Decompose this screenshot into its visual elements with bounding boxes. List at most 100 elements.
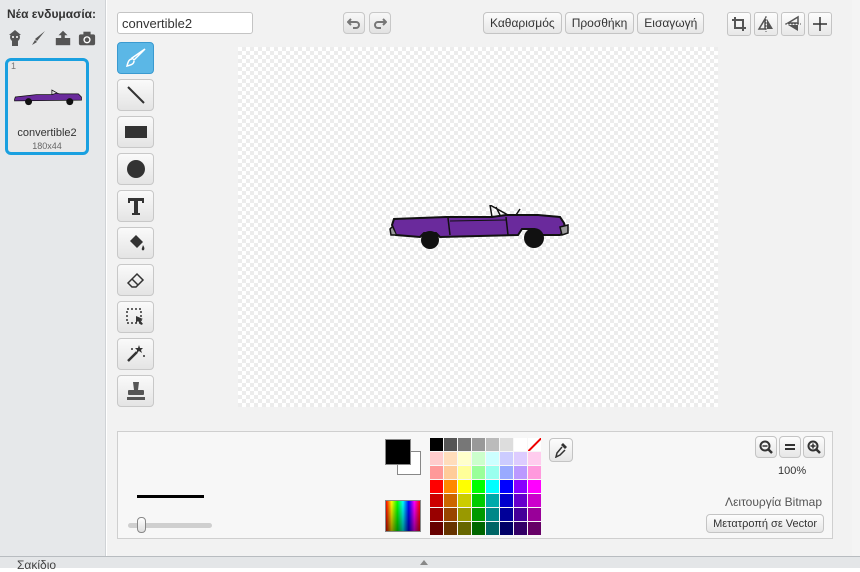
magic-select-tool[interactable] (117, 338, 154, 370)
color-swatch[interactable] (472, 452, 485, 465)
color-swatch[interactable] (514, 480, 527, 493)
color-swatch[interactable] (486, 522, 499, 535)
color-swatch[interactable] (444, 494, 457, 507)
crop-icon[interactable] (727, 12, 751, 36)
color-swatch[interactable] (500, 466, 513, 479)
color-swatch[interactable] (514, 438, 527, 451)
color-swatch[interactable] (430, 494, 443, 507)
color-swatch[interactable] (528, 522, 541, 535)
color-swatch[interactable] (500, 522, 513, 535)
fill-tool[interactable] (117, 227, 154, 259)
primary-color-swatch[interactable] (385, 439, 411, 465)
color-swatch[interactable] (430, 452, 443, 465)
color-swatch[interactable] (472, 438, 485, 451)
color-swatch[interactable] (444, 480, 457, 493)
color-swatch[interactable] (486, 466, 499, 479)
eraser-tool[interactable] (117, 264, 154, 296)
select-tool[interactable] (117, 301, 154, 333)
expand-arrow-icon[interactable] (420, 560, 428, 565)
zoom-out-button[interactable] (755, 436, 777, 458)
color-swatch[interactable] (500, 508, 513, 521)
bitmap-mode-label: Λειτουργία Bitmap (725, 495, 822, 509)
color-swatch[interactable] (444, 522, 457, 535)
canvas-actions: Καθαρισμός Προσθήκη Εισαγωγή (483, 12, 705, 34)
color-swatch[interactable] (458, 480, 471, 493)
color-swatch[interactable] (514, 466, 527, 479)
color-swatch[interactable] (430, 480, 443, 493)
color-swatch[interactable] (458, 438, 471, 451)
color-swatch[interactable] (444, 466, 457, 479)
color-swatch[interactable] (458, 452, 471, 465)
color-swatch[interactable] (500, 438, 513, 451)
color-swatch[interactable] (472, 522, 485, 535)
color-swatch[interactable] (528, 494, 541, 507)
color-swatch[interactable] (514, 508, 527, 521)
brush-size-slider-thumb[interactable] (137, 517, 146, 533)
color-swatch[interactable] (514, 494, 527, 507)
color-spectrum-picker[interactable] (385, 500, 421, 532)
color-swatch[interactable] (528, 480, 541, 493)
scrollbar[interactable] (852, 0, 860, 556)
clear-button[interactable]: Καθαρισμός (483, 12, 562, 34)
color-swatch[interactable] (444, 438, 457, 451)
ellipse-tool[interactable] (117, 153, 154, 185)
color-swatch[interactable] (458, 522, 471, 535)
color-swatch[interactable] (514, 452, 527, 465)
color-swatch[interactable] (472, 494, 485, 507)
convert-to-vector-button[interactable]: Μετατροπή σε Vector (706, 514, 824, 533)
sprite-library-icon[interactable] (6, 28, 24, 48)
import-button[interactable]: Εισαγωγή (637, 12, 705, 34)
color-swatch[interactable] (444, 452, 457, 465)
color-swatch[interactable] (458, 466, 471, 479)
costume-thumbnail (14, 89, 82, 106)
color-swatch[interactable] (486, 508, 499, 521)
eraser-icon (126, 272, 144, 288)
color-swatch[interactable] (486, 452, 499, 465)
color-swatch[interactable] (430, 508, 443, 521)
color-swatch[interactable] (444, 508, 457, 521)
color-swatch[interactable] (500, 494, 513, 507)
color-swatch[interactable] (486, 438, 499, 451)
transparent-color-swatch[interactable] (528, 438, 541, 451)
color-swatch[interactable] (528, 466, 541, 479)
undo-button[interactable] (343, 12, 365, 34)
add-button[interactable]: Προσθήκη (564, 12, 635, 34)
eyedropper-button[interactable] (549, 438, 573, 462)
color-swatch[interactable] (458, 508, 471, 521)
flip-horizontal-icon[interactable] (754, 12, 778, 36)
stamp-tool[interactable] (117, 375, 154, 407)
color-swatch[interactable] (472, 508, 485, 521)
costume-index: 1 (11, 61, 17, 71)
color-swatch[interactable] (500, 480, 513, 493)
rectangle-tool[interactable] (117, 116, 154, 148)
color-swatch[interactable] (430, 438, 443, 451)
camera-icon[interactable] (78, 28, 96, 48)
upload-icon[interactable] (54, 28, 72, 48)
paint-canvas[interactable] (238, 47, 718, 407)
zoom-reset-button[interactable] (779, 436, 801, 458)
backpack-bar[interactable]: Σακίδιο (0, 556, 860, 571)
color-swatch[interactable] (528, 452, 541, 465)
paint-brush-icon[interactable] (30, 28, 48, 48)
new-costume-label: Νέα ενδυμασία: (7, 7, 97, 21)
brush-tool[interactable] (117, 42, 154, 74)
costume-name-input[interactable] (117, 12, 253, 34)
color-swatch[interactable] (528, 508, 541, 521)
color-swatch[interactable] (486, 494, 499, 507)
text-tool[interactable] (117, 190, 154, 222)
zoom-in-button[interactable] (803, 436, 825, 458)
flip-vertical-icon[interactable] (781, 12, 805, 36)
color-swatch[interactable] (430, 522, 443, 535)
redo-button[interactable] (369, 12, 391, 34)
color-swatch[interactable] (514, 522, 527, 535)
line-tool[interactable] (117, 79, 154, 111)
color-swatch[interactable] (458, 494, 471, 507)
color-swatch[interactable] (486, 480, 499, 493)
costume-tile[interactable]: 1 convertible2 180x44 (5, 58, 89, 155)
color-swatch[interactable] (472, 480, 485, 493)
costume-name: convertible2 (17, 127, 77, 139)
color-swatch[interactable] (430, 466, 443, 479)
set-center-icon[interactable] (808, 12, 832, 36)
color-swatch[interactable] (500, 452, 513, 465)
color-swatch[interactable] (472, 466, 485, 479)
